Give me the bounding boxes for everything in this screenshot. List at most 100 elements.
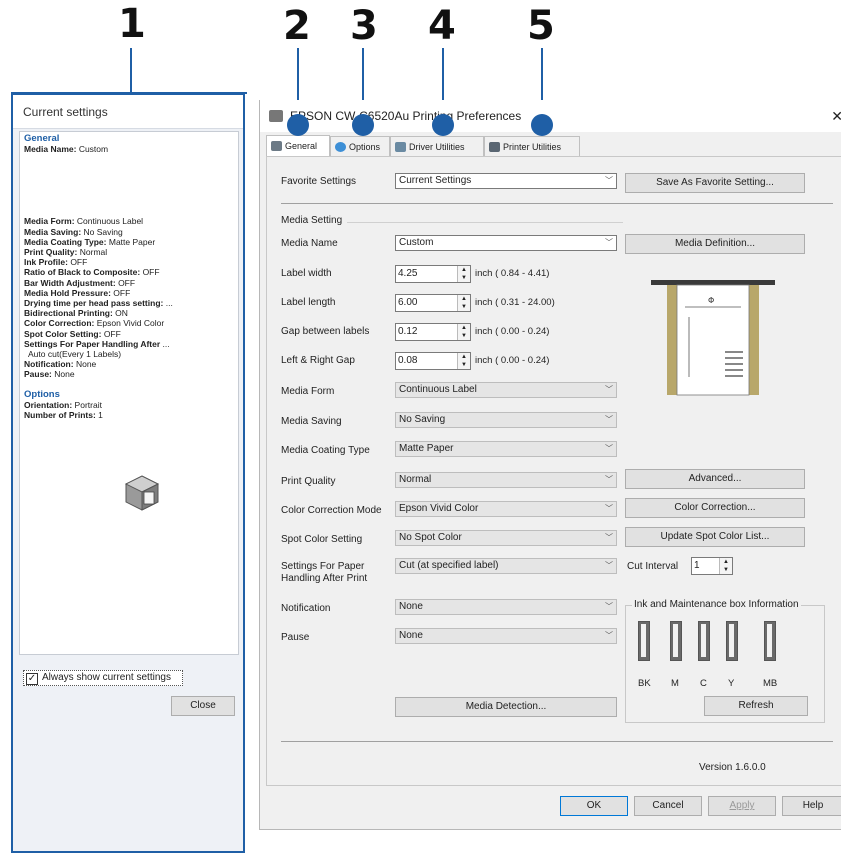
tab-driver-utilities[interactable]: Driver Utilities: [390, 136, 484, 156]
label-length-stepper[interactable]: 6.00 ▲ ▼: [395, 294, 471, 312]
setting-row: Auto cut(Every 1 Labels): [28, 349, 122, 360]
gap-between-labels-label: Gap between labels: [281, 326, 370, 337]
gap-between-labels-stepper[interactable]: 0.12 ▲ ▼: [395, 323, 471, 341]
setting-row: Color Correction: Epson Vivid Color: [24, 318, 165, 329]
cut-interval-label: Cut Interval: [627, 561, 679, 572]
callout-5: 5: [527, 3, 555, 49]
ink-maintenance-group-label: Ink and Maintenance box Information: [632, 599, 801, 610]
left-right-gap-stepper[interactable]: 0.08 ▲ ▼: [395, 352, 471, 370]
label-width-stepper[interactable]: 4.25 ▲ ▼: [395, 265, 471, 283]
pause-select[interactable]: None ﹀: [395, 628, 617, 644]
svg-text:Φ: Φ: [708, 296, 714, 305]
general-tab-icon: [271, 141, 282, 151]
callout-2: 2: [283, 3, 311, 49]
media-coating-type-label: Media Coating Type: [281, 445, 370, 456]
chevron-down-icon: ﹀: [605, 631, 613, 640]
left-right-gap-label: Left & Right Gap: [281, 355, 355, 366]
divider: [281, 741, 833, 742]
setting-row: Ink Profile: OFF: [24, 257, 88, 268]
ink-label-bk: BK: [638, 678, 651, 689]
media-saving-label: Media Saving: [281, 416, 342, 427]
print-quality-label: Print Quality: [281, 476, 336, 487]
close-icon[interactable]: ✕: [831, 100, 841, 132]
media-coating-type-select[interactable]: Matte Paper ﹀: [395, 441, 617, 457]
notification-label: Notification: [281, 603, 331, 614]
current-settings-list: General Media Name: Custom Media Form: C…: [19, 131, 239, 655]
chevron-down-icon: ﹀: [605, 533, 613, 542]
callout-dot-2: [287, 114, 309, 136]
favorite-settings-select[interactable]: Current Settings ﹀: [395, 173, 617, 189]
cancel-button[interactable]: Cancel: [634, 796, 702, 816]
tab-printer-utilities[interactable]: Printer Utilities: [484, 136, 580, 156]
paper-handling-label-2: Handling After Print: [281, 573, 368, 584]
print-quality-select[interactable]: Normal ﹀: [395, 472, 617, 488]
spin-arrows-icon[interactable]: ▲ ▼: [457, 324, 470, 340]
refresh-button[interactable]: Refresh: [704, 696, 808, 716]
ink-label-c: C: [700, 678, 707, 689]
ink-label-y: Y: [728, 678, 735, 689]
always-show-checkbox[interactable]: ✓ Always show current settings: [23, 670, 183, 686]
setting-row: Settings For Paper Handling After ...: [24, 338, 170, 349]
tab-options[interactable]: Options: [330, 136, 390, 156]
favorite-settings-label: Favorite Settings: [281, 176, 357, 187]
setting-row: Pause: None: [24, 369, 75, 380]
spin-arrows-icon[interactable]: ▲ ▼: [457, 295, 470, 311]
current-settings-title: Current settings: [13, 95, 243, 129]
chevron-down-icon: ﹀: [605, 238, 613, 247]
chevron-down-icon: ﹀: [605, 415, 613, 424]
notification-select[interactable]: None ﹀: [395, 599, 617, 615]
spin-arrows-icon[interactable]: ▲ ▼: [457, 353, 470, 369]
label-width-range: inch ( 0.84 - 4.41): [475, 268, 550, 279]
ink-label-m: M: [671, 678, 679, 689]
color-correction-button[interactable]: Color Correction...: [625, 498, 805, 518]
ok-button[interactable]: OK: [560, 796, 628, 816]
printer-utilities-tab-icon: [489, 142, 500, 152]
media-saving-select[interactable]: No Saving ﹀: [395, 412, 617, 428]
paper-handling-select[interactable]: Cut (at specified label) ﹀: [395, 558, 617, 574]
media-definition-button[interactable]: Media Definition...: [625, 234, 805, 254]
spot-color-setting-select[interactable]: No Spot Color ﹀: [395, 530, 617, 546]
media-form-label: Media Form: [281, 386, 335, 397]
label-width-label: Label width: [281, 268, 332, 279]
printer-icon: [124, 475, 160, 511]
chevron-down-icon: ﹀: [605, 561, 613, 570]
callout-line-1: [130, 48, 132, 93]
setting-row: Bidirectional Printing: ON: [24, 308, 128, 319]
setting-row: Spot Color Setting: OFF: [24, 328, 121, 339]
apply-button[interactable]: Apply: [708, 796, 776, 816]
advanced-button[interactable]: Advanced...: [625, 469, 805, 489]
setting-row: Print Quality: Normal: [24, 247, 108, 258]
update-spot-color-list-button[interactable]: Update Spot Color List...: [625, 527, 805, 547]
setting-row: Media Form: Continuous Label: [24, 216, 144, 227]
spin-arrows-icon[interactable]: ▲ ▼: [719, 558, 732, 574]
ink-maintenance-group: Ink and Maintenance box Information BK M…: [625, 599, 825, 723]
chevron-down-icon: ﹀: [605, 602, 613, 611]
label-length-label: Label length: [281, 297, 336, 308]
cut-interval-stepper[interactable]: 1 ▲ ▼: [691, 557, 733, 575]
setting-row: Bar Width Adjustment: OFF: [24, 277, 136, 288]
media-name-select[interactable]: Custom ﹀: [395, 235, 617, 251]
help-button[interactable]: Help: [782, 796, 841, 816]
setting-media-name: Media Name: Custom: [24, 144, 109, 155]
color-correction-mode-select[interactable]: Epson Vivid Color ﹀: [395, 501, 617, 517]
callout-3: 3: [350, 3, 378, 49]
spin-arrows-icon[interactable]: ▲ ▼: [457, 266, 470, 282]
tab-general[interactable]: General: [266, 135, 330, 157]
left-right-gap-range: inch ( 0.00 - 0.24): [475, 355, 550, 366]
options-tab-icon: [335, 142, 346, 152]
paper-handling-label-1: Settings For Paper: [281, 561, 365, 572]
media-detection-button[interactable]: Media Detection...: [395, 697, 617, 717]
callout-dot-5: [531, 114, 553, 136]
media-form-select[interactable]: Continuous Label ﹀: [395, 382, 617, 398]
ink-label-mb: MB: [763, 678, 778, 689]
setting-row: Orientation: Portrait: [24, 399, 102, 410]
pause-label: Pause: [281, 632, 310, 643]
maintenance-box-level: [764, 621, 776, 661]
printing-preferences-dialog: EPSON CW-C6520Au Printing Preferences ✕ …: [259, 100, 841, 830]
checkbox-check-icon[interactable]: ✓: [26, 673, 38, 685]
current-settings-panel: Current settings General Media Name: Cus…: [11, 93, 245, 853]
close-button[interactable]: Close: [171, 696, 235, 716]
save-as-favorite-button[interactable]: Save As Favorite Setting...: [625, 173, 805, 193]
ink-level-c: [698, 621, 710, 661]
callout-4: 4: [428, 3, 456, 49]
